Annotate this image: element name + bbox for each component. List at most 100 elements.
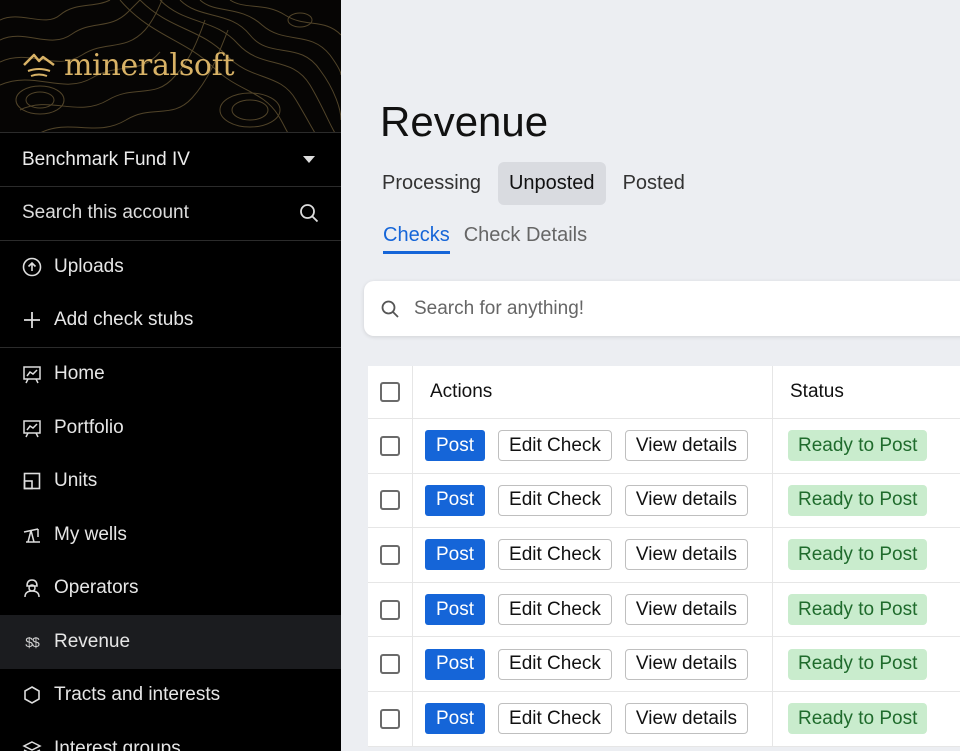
view-details-button[interactable]: View details [624,594,748,626]
edit-check-button[interactable]: Edit Check [498,703,612,735]
caret-down-icon [303,156,315,163]
tab-processing[interactable]: Processing [371,162,492,205]
view-details-button[interactable]: View details [624,539,748,571]
upload-icon [22,257,42,277]
subtab-checks[interactable]: Checks [383,224,450,254]
row-status-cell: Ready to Post [773,692,960,746]
worker-icon [22,578,42,598]
view-subtabs: Checks Check Details [383,224,587,254]
row-checkbox[interactable] [380,544,400,565]
edit-check-button[interactable]: Edit Check [498,430,612,462]
row-check-cell [368,419,413,473]
post-button[interactable]: Post [425,594,486,626]
units-icon [22,471,42,491]
edit-check-button[interactable]: Edit Check [498,484,612,516]
select-all-checkbox[interactable] [380,382,400,402]
row-status-cell: Ready to Post [773,419,960,473]
sidebar-item-label: Home [54,363,105,385]
account-selector[interactable]: Benchmark Fund IV [0,133,341,187]
table-header-row: Actions Status [368,366,960,419]
row-status-cell: Ready to Post [773,528,960,582]
row-actions: Post Edit Check View details [413,528,773,582]
view-details-button[interactable]: View details [624,484,748,516]
sidebar-item-portfolio[interactable]: Portfolio [0,401,341,455]
status-tabs: Processing Unposted Posted [371,162,696,205]
sidebar-item-label: Interest groups [54,737,181,751]
row-status-cell: Ready to Post [773,474,960,528]
view-details-button[interactable]: View details [624,703,748,735]
table-row: Post Edit Check View details Ready to Po… [368,528,960,583]
sidebar-item-home[interactable]: Home [0,348,341,402]
tab-unposted[interactable]: Unposted [497,162,606,205]
sidebar-item-operators[interactable]: Operators [0,562,341,616]
edit-check-button[interactable]: Edit Check [498,539,612,571]
select-all-cell [368,366,413,418]
row-actions: Post Edit Check View details [413,473,773,528]
sidebar-search[interactable]: Search this account [0,187,341,241]
sidebar: mineralsoft Benchmark Fund IV Search thi… [0,0,341,751]
column-header-actions: Actions [413,366,773,418]
sidebar-item-label: Portfolio [54,416,124,438]
column-header-status[interactable]: Status [773,366,960,418]
row-check-cell [368,582,413,637]
sidebar-item-label: Units [54,470,98,492]
table-row: Post Edit Check View details Ready to Po… [368,637,960,692]
brand-header: mineralsoft [0,0,341,133]
sidebar-item-label: Operators [54,577,139,599]
row-status-cell: Ready to Post [773,637,960,691]
post-button[interactable]: Post [425,430,486,462]
row-check-cell [368,691,413,746]
sidebar-item-units[interactable]: Units [0,455,341,509]
row-checkbox[interactable] [380,654,400,675]
status-badge: Ready to Post [788,703,928,735]
dollar-icon: $$ [25,633,40,650]
post-button[interactable]: Post [425,648,486,680]
sidebar-item-my-wells[interactable]: My wells [0,508,341,562]
table-row: Post Edit Check View details Ready to Po… [368,582,960,638]
hexagon-icon [22,685,42,705]
layers-icon [22,739,42,751]
sidebar-item-tracts-and-interests[interactable]: Tracts and interests [0,669,341,723]
view-details-button[interactable]: View details [624,648,748,680]
subtab-check-details[interactable]: Check Details [464,224,587,254]
row-actions: Post Edit Check View details [413,582,773,637]
row-check-cell [368,473,413,528]
row-actions: Post Edit Check View details [413,419,773,473]
status-badge: Ready to Post [788,648,928,680]
brand-name: mineralsoft [64,48,235,83]
search-input[interactable] [414,297,914,320]
search-bar [364,281,960,336]
row-checkbox[interactable] [380,435,400,456]
sidebar-item-label: Uploads [54,256,124,278]
tab-posted[interactable]: Posted [612,162,696,205]
row-checkbox[interactable] [380,599,400,620]
table-row: Post Edit Check View details Ready to Po… [368,473,960,529]
row-check-cell [368,528,413,582]
row-checkbox[interactable] [380,708,400,729]
status-badge: Ready to Post [788,594,928,626]
sidebar-item-label: Revenue [54,630,131,652]
sidebar-item-revenue[interactable]: $$ Revenue [0,615,341,669]
search-icon [381,300,399,318]
search-icon [300,204,319,223]
table-row: Post Edit Check View details Ready to Po… [368,691,960,747]
edit-check-button[interactable]: Edit Check [498,594,612,626]
post-button[interactable]: Post [425,539,486,571]
sidebar-search-label: Search this account [22,202,189,224]
row-status-cell: Ready to Post [773,583,960,637]
row-checkbox[interactable] [380,490,400,511]
mineralsoft-logo[interactable]: mineralsoft [22,48,235,83]
page-title: Revenue [380,98,549,145]
post-button[interactable]: Post [425,484,486,516]
chart-board-icon [22,364,42,384]
sidebar-item-uploads[interactable]: Uploads [0,241,341,295]
sidebar-item-add-check-stubs[interactable]: Add check stubs [0,294,341,348]
sidebar-item-interest-groups[interactable]: Interest groups [0,722,341,751]
row-actions: Post Edit Check View details [413,637,773,691]
account-name: Benchmark Fund IV [22,148,190,170]
chart-board-icon [22,418,42,438]
sidebar-item-label: Add check stubs [54,309,194,331]
view-details-button[interactable]: View details [624,430,748,462]
edit-check-button[interactable]: Edit Check [498,648,612,680]
post-button[interactable]: Post [425,703,486,735]
